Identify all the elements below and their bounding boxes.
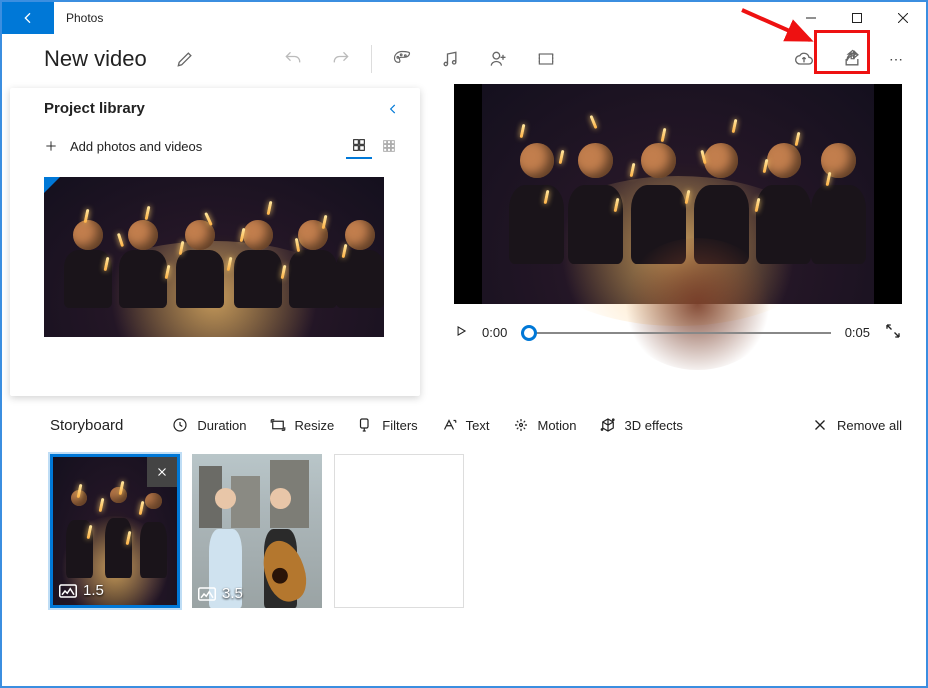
storyboard-title: Storyboard (50, 417, 123, 434)
seek-bar[interactable] (521, 332, 830, 334)
cloud-sync-button[interactable] (780, 41, 828, 77)
rename-icon[interactable] (161, 41, 209, 77)
more-button[interactable]: ⋯ (876, 51, 916, 68)
music-button[interactable] (426, 41, 474, 77)
motion-button[interactable]: Motion (512, 416, 577, 434)
resize-button[interactable]: Resize (269, 416, 335, 434)
project-library-panel: Project library Add photos and videos (10, 88, 420, 396)
3d-effects-button[interactable]: 3D effects (599, 416, 683, 434)
view-small-grid-button[interactable] (376, 133, 402, 159)
app-title: Photos (54, 11, 103, 25)
theme-button[interactable] (378, 41, 426, 77)
duration-button[interactable]: Duration (171, 416, 246, 434)
view-large-grid-button[interactable] (346, 133, 372, 159)
storyboard-empty-slot[interactable] (334, 454, 464, 608)
aspect-ratio-button[interactable] (522, 41, 570, 77)
filters-button[interactable]: Filters (356, 416, 417, 434)
clip-duration-badge: 1.5 (59, 582, 104, 599)
video-preview[interactable] (454, 84, 902, 304)
total-time: 0:05 (845, 325, 870, 340)
window-close-button[interactable] (880, 2, 926, 34)
play-button[interactable] (454, 324, 468, 341)
window-maximize-button[interactable] (834, 2, 880, 34)
add-media-button[interactable]: Add photos and videos (44, 139, 202, 154)
current-time: 0:00 (482, 325, 507, 340)
project-title[interactable]: New video (44, 46, 147, 72)
library-item[interactable] (44, 177, 384, 337)
custom-audio-button[interactable] (474, 41, 522, 77)
add-media-label: Add photos and videos (70, 139, 202, 154)
share-button[interactable] (828, 41, 876, 77)
back-button[interactable] (2, 2, 54, 34)
seek-knob[interactable] (521, 325, 537, 341)
window-minimize-button[interactable] (788, 2, 834, 34)
project-library-title: Project library (44, 100, 402, 117)
remove-clip-button[interactable] (147, 457, 177, 487)
fullscreen-button[interactable] (884, 322, 902, 343)
collapse-library-button[interactable] (386, 102, 400, 119)
text-button[interactable]: Text (440, 416, 490, 434)
redo-button[interactable] (317, 41, 365, 77)
storyboard-clip[interactable]: 1.5 (50, 454, 180, 608)
remove-all-button[interactable]: Remove all (811, 416, 902, 434)
undo-button[interactable] (269, 41, 317, 77)
storyboard-clip[interactable]: 3.5 (192, 454, 322, 608)
clip-duration-badge: 3.5 (198, 585, 243, 602)
